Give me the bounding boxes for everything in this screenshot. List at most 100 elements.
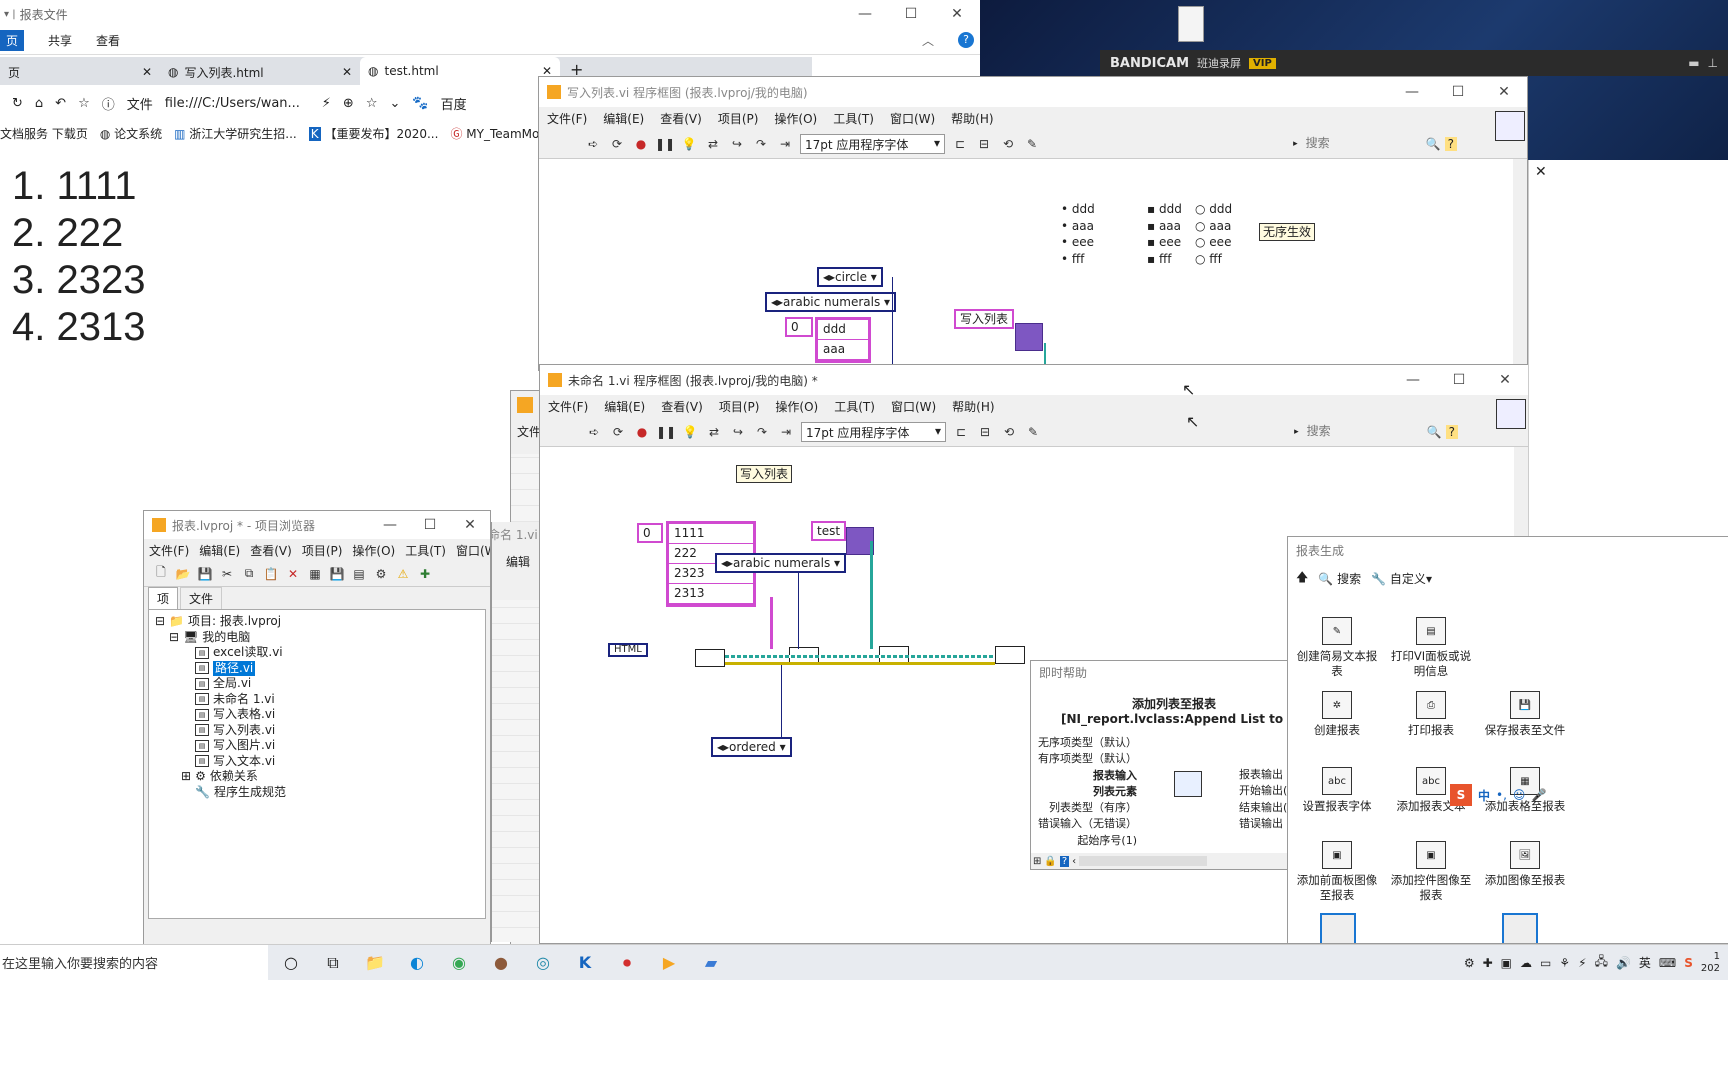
maximize-icon[interactable]: ☐ [1435,84,1481,100]
note-label[interactable]: 无序生效 [1259,223,1316,241]
arabic-numerals-enum-constant[interactable]: ◂▸arabic numerals ▾ [715,553,847,573]
menu-window[interactable]: 窗口(W) [883,398,944,415]
palette-item[interactable]: ▤ 打印VI面板或说明信息 [1386,617,1476,679]
tree-build-specs[interactable]: 🔧 程序生成规范 [155,785,479,801]
html-enum-constant[interactable]: HTML [608,643,648,657]
step-over-icon[interactable]: ↷ [752,135,770,153]
bookmark[interactable]: ◍ 论文系统 [100,125,162,142]
browser-tab-active[interactable]: ◍ test.html ✕ [360,57,560,85]
up-arrow-icon[interactable]: 🡅 [1296,568,1308,589]
app-ring-icon[interactable]: ◎ [528,948,558,978]
bookmark[interactable]: Ⓖ MY_TeamMon [450,125,547,142]
menu-tools[interactable]: 工具(T) [825,110,882,127]
save-all-icon[interactable]: 💾 [196,565,214,583]
minimize-icon[interactable]: — [842,6,888,22]
ime-tray-icon[interactable]: 英 [1639,954,1651,971]
palette-customize[interactable]: 🔧 自定义▾ [1371,570,1432,587]
dispose-report-node[interactable] [995,646,1025,664]
step-over-icon[interactable]: ↷ [753,423,771,441]
tab-files[interactable]: 文件 [180,587,223,609]
menu-file[interactable]: 文件(F) [540,398,596,415]
k-app-icon[interactable]: K [570,948,600,978]
app-avatar-icon[interactable]: ● [486,948,516,978]
show-optional-icon[interactable]: ⊞ [1033,856,1041,867]
run-arrow-icon[interactable]: ➪ [585,423,603,441]
array-element[interactable]: aaa [818,340,868,360]
menu-project[interactable]: 项目(P) [710,110,767,127]
array-element[interactable]: 1111 [669,524,753,544]
bookmark[interactable]: ▥ 浙江大学研究生招... [174,125,297,142]
distribute-icon[interactable]: ⊟ [975,135,993,153]
tab-items[interactable]: 项 [148,587,179,609]
arabic-numerals-enum-constant[interactable]: ◂▸arabic numerals ▾ [765,292,897,312]
menu-help[interactable]: 帮助(H) [943,110,1001,127]
html-report-node[interactable] [1015,323,1043,351]
array-index[interactable]: 0 [785,317,813,337]
menu-project[interactable]: 项目(P) [297,542,348,559]
volume-icon[interactable]: 🔊 [1616,956,1631,970]
vi1-connector-pane-icon[interactable] [1495,111,1525,141]
taskbar-search[interactable]: 在这里输入你要搜索的内容 [0,944,268,981]
palette-item[interactable]: 💾 保存报表至文件 [1480,691,1570,738]
folder-icon[interactable]: ▬ [1688,56,1699,70]
tray-icon[interactable]: ⚡ [1578,956,1586,970]
menu-view[interactable]: 查看(V) [245,542,297,559]
write-list-label[interactable]: 写入列表 [736,465,793,483]
palette-item[interactable]: ✎ 创建简易文本报表 [1292,617,1382,679]
warning-icon[interactable]: ⚠ [394,565,412,583]
palette-item[interactable]: 🖼 添加图像至报表 [1480,841,1570,888]
vip-badge[interactable]: VIP [1249,57,1276,69]
align-icon[interactable]: ⊏ [951,135,969,153]
copy-icon[interactable]: ⧉ [240,565,258,583]
bookmark[interactable]: K 【重要发布】2020... [308,125,438,142]
vertical-scrollbar[interactable] [1513,159,1527,370]
sogou-icon[interactable]: S [1450,784,1472,806]
new-icon[interactable]: 🗋 [152,565,170,583]
menu-help[interactable]: 帮助(H) [944,398,1002,415]
ordered-enum-constant[interactable]: ◂▸ordered ▾ [711,737,792,757]
search-field[interactable]: ▸ 搜索 🔍? [1294,421,1458,442]
chrome-icon[interactable]: ◉ [444,948,474,978]
array-element[interactable]: ddd [818,320,868,340]
ime-punct[interactable]: •, [1496,788,1507,802]
menu-window[interactable]: 窗口(W) [451,542,490,559]
network-icon[interactable]: 🖧 [1595,952,1608,973]
ribbon-tab-page[interactable]: 页 [0,29,25,51]
tray-icon[interactable]: ✚ [1483,956,1493,970]
array-element[interactable]: 2313 [669,584,753,604]
menu-window[interactable]: 窗口(W) [882,110,943,127]
chevron-down-icon[interactable]: ▾ | [0,9,20,20]
run-continuous-icon[interactable]: ⟳ [609,423,627,441]
new-report-node[interactable] [695,649,725,667]
search-engine-label[interactable]: 百度 [441,94,467,113]
clock[interactable]: 1 202 [1701,951,1720,975]
tree-vi-item[interactable]: ▤ excel读取.vi [155,645,479,661]
menu-file[interactable]: 文件(F) [539,110,595,127]
collapse-ribbon-icon[interactable]: ︿ [922,32,934,49]
distribute-icon[interactable]: ⊟ [976,423,994,441]
maximize-icon[interactable]: ☐ [1436,372,1482,388]
menu-view[interactable]: 查看(V) [652,110,710,127]
menu-edit[interactable]: 编辑(E) [194,542,245,559]
close-tab-icon[interactable]: ✕ [142,65,152,79]
tree-dependencies[interactable]: ⊞ ⚙ 依赖关系 [155,769,479,785]
abort-icon[interactable]: ● [632,135,650,153]
abort-icon[interactable]: ● [633,423,651,441]
menu-operate[interactable]: 操作(O) [767,398,826,415]
lock-icon[interactable]: 🔒 [1044,856,1056,867]
help-icon[interactable]: ? [958,32,974,48]
paste-icon[interactable]: 📋 [262,565,280,583]
undo-icon[interactable]: ↶ [55,96,66,111]
build-icon[interactable]: ⚙ [372,565,390,583]
retain-wire-icon[interactable]: ⇄ [705,423,723,441]
circle-enum-constant[interactable]: ◂▸circle ▾ [817,267,883,287]
font-selector[interactable]: 17pt 应用程序字体 ▾ [800,133,945,154]
scroll-left-icon[interactable]: ‹ [1072,856,1076,867]
view-icon[interactable]: ▤ [350,565,368,583]
info-icon[interactable]: ⓘ [102,94,115,113]
menu-view[interactable]: 查看(V) [653,398,711,415]
cut-icon[interactable]: ✂ [218,565,236,583]
delete-icon[interactable]: ✕ [284,565,302,583]
menu-operate[interactable]: 操作(O) [347,542,400,559]
palette-item[interactable]: abc 设置报表字体 [1292,767,1382,814]
